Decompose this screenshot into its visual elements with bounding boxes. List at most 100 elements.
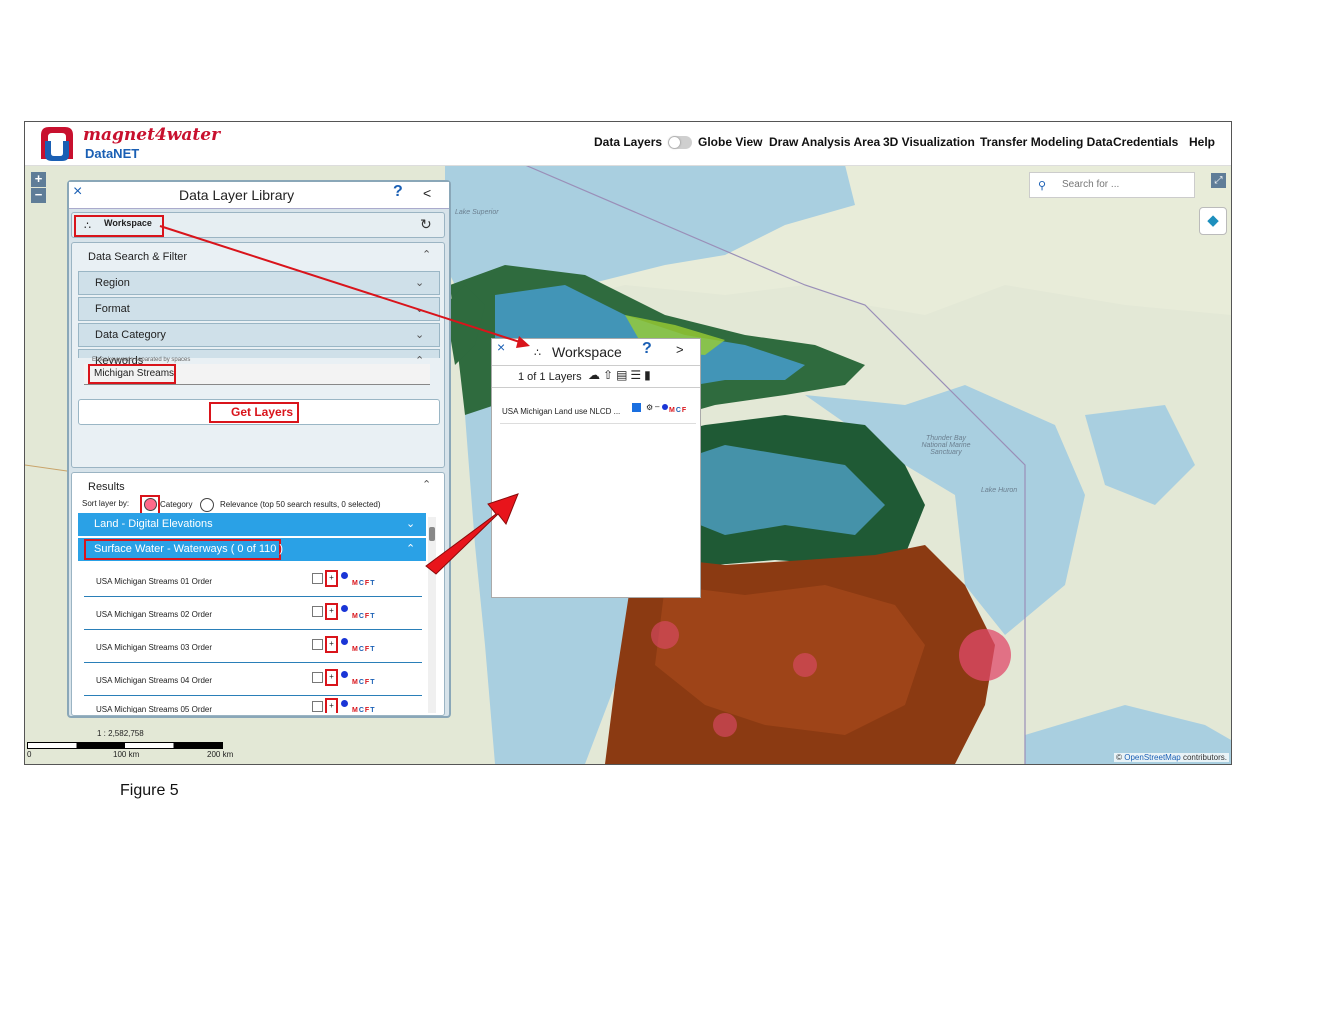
mcft-links[interactable]: MCFT [352, 613, 375, 620]
refresh-icon[interactable]: ↻ [420, 216, 432, 233]
sort-relevance-radio[interactable] [200, 498, 214, 512]
library-header: × Data Layer Library ? < [69, 182, 449, 209]
mcft-links[interactable]: MCFT [352, 646, 375, 653]
workspace-expand-icon[interactable]: > [676, 342, 684, 357]
zoom-out-button[interactable]: − [31, 188, 46, 203]
attribution-osm-link[interactable]: OpenStreetMap [1124, 753, 1180, 762]
mcft-links[interactable]: MCFT [352, 580, 375, 587]
scale-bar-graphic [27, 742, 223, 749]
clear-layers-icon[interactable]: ☰ [630, 368, 644, 382]
nav-help[interactable]: Help [1189, 135, 1215, 149]
keyword-value: Michigan Streams [94, 368, 175, 379]
map-label-lake-superior: Lake Superior [455, 209, 499, 216]
library-close-icon[interactable]: × [73, 183, 82, 201]
workspace-label[interactable]: Workspace [104, 218, 152, 228]
nav-3d-visualization[interactable]: 3D Visualization [883, 135, 975, 149]
info-icon[interactable] [662, 404, 668, 410]
workspace-help-icon[interactable]: ? [642, 340, 652, 358]
add-layer-button[interactable]: + [325, 603, 338, 620]
info-icon[interactable] [341, 605, 348, 612]
keyword-hint: Enter keywords separated by spaces [92, 357, 191, 363]
chevron-down-icon: ⌄ [415, 303, 425, 315]
remove-icon[interactable]: – [655, 402, 659, 411]
result-checkbox[interactable] [312, 701, 323, 712]
cloud-upload-icon[interactable]: ☁ [588, 368, 603, 382]
chevron-up-icon[interactable]: ⌃ [422, 248, 431, 261]
divider [492, 365, 700, 366]
sort-relevance-label: Relevance (top 50 search results, 0 sele… [220, 500, 381, 509]
add-layer-button[interactable]: + [325, 669, 338, 686]
filter-format-label: Format [95, 303, 130, 315]
result-checkbox[interactable] [312, 573, 323, 584]
result-row: USA Michigan Streams 01 Order + MCFT [84, 563, 422, 597]
filter-data-category[interactable]: Data Category ⌄ [78, 323, 440, 347]
data-search-filter-section: Data Search & Filter ⌃ Region ⌄ Format ⌄… [71, 242, 445, 468]
get-layers-button[interactable]: Get Layers [78, 399, 440, 425]
workspace-close-icon[interactable]: × [497, 339, 505, 355]
library-help-icon[interactable]: ? [393, 183, 403, 201]
info-icon[interactable] [341, 671, 348, 678]
scale-tick-0: 0 [27, 750, 32, 759]
result-checkbox[interactable] [312, 639, 323, 650]
info-icon[interactable] [341, 638, 348, 645]
result-row: USA Michigan Streams 05 Order + MCFT [84, 695, 422, 713]
results-scrollbar[interactable] [428, 517, 436, 713]
add-layer-button[interactable]: + [325, 570, 338, 587]
result-label: USA Michigan Streams 01 Order [96, 577, 213, 586]
map-search-placeholder: Search for ... [1062, 179, 1120, 190]
map-label-lake-huron: Lake Huron [981, 487, 1018, 494]
zoom-in-button[interactable]: + [31, 172, 46, 187]
add-layer-button[interactable]: + [325, 636, 338, 653]
nav-transfer-modeling-data[interactable]: Transfer Modeling Data [980, 135, 1113, 149]
globe-view-toggle[interactable] [668, 136, 692, 149]
divider [492, 387, 700, 388]
layers-switcher-icon[interactable]: ◆ [1199, 207, 1227, 235]
group-land-digital-elevations[interactable]: Land - Digital Elevations ⌄ [78, 513, 426, 536]
gear-icon[interactable]: ⚙ [646, 403, 653, 412]
result-row: USA Michigan Streams 02 Order + MCFT [84, 596, 422, 630]
fullscreen-expand-icon[interactable]: ⤢ [1211, 173, 1226, 188]
search-filter-title[interactable]: Data Search & Filter [88, 251, 187, 263]
magnet4water-logo-icon [41, 127, 73, 161]
app-window: magnet4water DataNET Data Layers Globe V… [24, 121, 1232, 765]
map-search-box[interactable]: ⚲ Search for ... [1029, 172, 1195, 198]
result-checkbox[interactable] [312, 672, 323, 683]
mcf-links[interactable]: MCF [669, 407, 687, 414]
scrollbar-thumb[interactable] [429, 527, 435, 541]
result-label: USA Michigan Streams 04 Order [96, 676, 213, 685]
save-icon[interactable]: ▤ [616, 368, 630, 382]
sort-category-label: Category [160, 500, 193, 509]
scale-ratio: 1 : 2,582,758 [97, 729, 144, 738]
group-label: Surface Water - Waterways ( 0 of 110 ) [94, 543, 284, 555]
workspace-row[interactable]: ∴ Workspace ↻ [71, 212, 445, 238]
chevron-up-icon[interactable]: ⌃ [422, 478, 431, 491]
top-navbar: magnet4water DataNET Data Layers Globe V… [25, 122, 1231, 166]
add-layer-button[interactable]: + [325, 698, 338, 713]
upload-icon[interactable]: ⇧ [603, 368, 616, 382]
info-icon[interactable] [341, 700, 348, 707]
filter-format[interactable]: Format ⌄ [78, 297, 440, 321]
library-title: Data Layer Library [179, 187, 295, 203]
info-icon[interactable] [341, 572, 348, 579]
group-surface-water-waterways[interactable]: Surface Water - Waterways ( 0 of 110 ) ⌃ [78, 538, 426, 561]
filter-data-category-label: Data Category [95, 329, 166, 341]
nav-data-layers[interactable]: Data Layers [594, 135, 662, 149]
filter-region[interactable]: Region ⌄ [78, 271, 440, 295]
mcft-links[interactable]: MCFT [352, 679, 375, 686]
result-checkbox[interactable] [312, 606, 323, 617]
library-collapse-icon[interactable]: < [423, 185, 431, 201]
keyword-input[interactable]: Michigan Streams [84, 364, 430, 385]
results-title[interactable]: Results [88, 481, 125, 493]
nav-draw-analysis-area[interactable]: Draw Analysis Area [769, 135, 880, 149]
workspace-layer-checkbox[interactable] [632, 403, 641, 412]
figure-caption: Figure 5 [120, 782, 179, 799]
workspace-title: Workspace [552, 344, 622, 360]
mcft-links[interactable]: MCFT [352, 707, 375, 713]
sort-options: Sort layer by: Category Relevance (top 5… [82, 495, 444, 515]
map-attribution: © OpenStreetMap contributors. [1114, 753, 1229, 762]
nav-globe-view[interactable]: Globe View [698, 135, 762, 149]
map-label-thunder-bay: Thunder Bay National Marine Sanctuary [921, 435, 971, 456]
result-row: USA Michigan Streams 03 Order + MCFT [84, 629, 422, 663]
nav-credentials[interactable]: Credentials [1113, 135, 1178, 149]
trash-icon[interactable]: ▮ [644, 368, 654, 382]
